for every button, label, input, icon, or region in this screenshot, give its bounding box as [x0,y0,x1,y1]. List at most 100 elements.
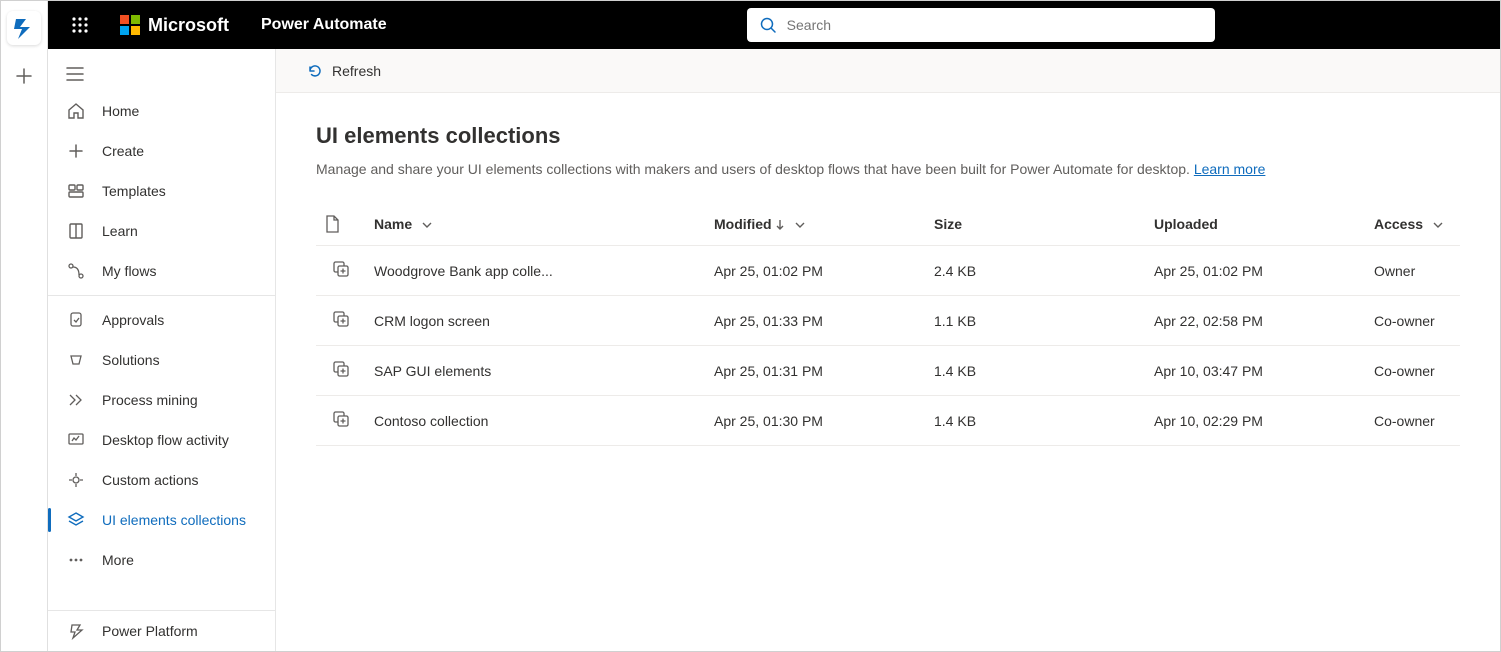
nav-item-approvals[interactable]: Approvals [48,300,275,340]
plus-icon [66,141,86,161]
microsoft-brand[interactable]: Microsoft [120,15,229,36]
table-row[interactable]: CRM logon screenApr 25, 01:33 PM1.1 KBAp… [316,296,1460,346]
home-icon [66,101,86,121]
cell-name: CRM logon screen [366,296,706,346]
nav-item-my-flows[interactable]: My flows [48,251,275,291]
cell-uploaded: Apr 25, 01:02 PM [1146,246,1366,296]
left-nav: Home Create Templates Learn [48,49,276,651]
cell-name: Woodgrove Bank app colle... [366,246,706,296]
cell-size: 1.4 KB [926,346,1146,396]
refresh-icon [306,62,324,80]
nav-item-label: Desktop flow activity [102,432,229,448]
cell-access: Co-owner [1366,396,1460,446]
process-mining-icon [66,390,86,410]
search-icon [759,16,777,34]
nav-item-label: Learn [102,223,138,239]
templates-icon [66,181,86,201]
nav-item-power-platform[interactable]: Power Platform [48,611,275,651]
main-content: Refresh UI elements collections Manage a… [276,49,1500,651]
cell-size: 1.4 KB [926,396,1146,446]
search-input[interactable] [787,17,1203,33]
company-name: Microsoft [148,15,229,36]
nav-item-desktop-flow-activity[interactable]: Desktop flow activity [48,420,275,460]
cell-size: 1.1 KB [926,296,1146,346]
nav-item-label: Solutions [102,352,160,368]
nav-item-more[interactable]: More [48,540,275,580]
collection-icon [332,360,350,378]
table-row[interactable]: Contoso collectionApr 25, 01:30 PM1.4 KB… [316,396,1460,446]
nav-item-label: My flows [102,263,156,279]
more-icon [66,550,86,570]
nav-item-label: Home [102,103,139,119]
command-bar: Refresh [276,49,1500,93]
nav-item-label: Power Platform [102,623,198,639]
app-rail [1,1,48,651]
nav-item-label: Create [102,143,144,159]
cell-modified: Apr 25, 01:02 PM [706,246,926,296]
nav-item-create[interactable]: Create [48,131,275,171]
custom-actions-icon [66,470,86,490]
microsoft-logo-icon [120,15,140,35]
cell-modified: Apr 25, 01:30 PM [706,396,926,446]
collections-table: Name Modified Size Uploaded [316,203,1460,446]
col-header-size[interactable]: Size [926,203,1146,246]
cell-size: 2.4 KB [926,246,1146,296]
col-header-access[interactable]: Access [1366,203,1460,246]
col-header-icon[interactable] [316,203,366,246]
cell-access: Owner [1366,246,1460,296]
nav-item-solutions[interactable]: Solutions [48,340,275,380]
collection-icon [332,410,350,428]
solutions-icon [66,350,86,370]
power-platform-icon [66,621,86,641]
cell-uploaded: Apr 10, 03:47 PM [1146,346,1366,396]
nav-item-home[interactable]: Home [48,91,275,131]
nav-item-templates[interactable]: Templates [48,171,275,211]
cell-uploaded: Apr 22, 02:58 PM [1146,296,1366,346]
collection-icon [332,310,350,328]
nav-item-label: UI elements collections [102,512,246,528]
table-row[interactable]: SAP GUI elementsApr 25, 01:31 PM1.4 KBAp… [316,346,1460,396]
nav-item-label: More [102,552,134,568]
cell-modified: Apr 25, 01:31 PM [706,346,926,396]
cell-name: Contoso collection [366,396,706,446]
page-title: UI elements collections [316,123,1460,149]
chevron-down-icon [422,216,432,232]
chevron-down-icon [795,216,805,232]
global-search[interactable] [747,8,1215,42]
nav-item-custom-actions[interactable]: Custom actions [48,460,275,500]
table-row[interactable]: Woodgrove Bank app colle...Apr 25, 01:02… [316,246,1460,296]
product-name[interactable]: Power Automate [261,16,387,34]
learn-more-link[interactable]: Learn more [1194,161,1266,177]
layers-icon [66,510,86,530]
page-subtitle: Manage and share your UI elements collec… [316,161,1460,177]
nav-item-process-mining[interactable]: Process mining [48,380,275,420]
power-automate-logo-icon [7,11,41,45]
nav-item-label: Custom actions [102,472,198,488]
cell-modified: Apr 25, 01:33 PM [706,296,926,346]
nav-divider [48,295,275,296]
nav-item-ui-elements-collections[interactable]: UI elements collections [48,500,275,540]
file-icon [324,215,358,233]
nav-item-label: Process mining [102,392,198,408]
approvals-icon [66,310,86,330]
app-launcher-button[interactable] [56,1,104,49]
sort-down-icon [775,216,785,232]
refresh-button[interactable]: Refresh [296,56,391,86]
nav-item-learn[interactable]: Learn [48,211,275,251]
cell-access: Co-owner [1366,346,1460,396]
flow-icon [66,261,86,281]
book-icon [66,221,86,241]
col-header-uploaded[interactable]: Uploaded [1146,203,1366,246]
cell-uploaded: Apr 10, 02:29 PM [1146,396,1366,446]
collection-icon [332,260,350,278]
col-header-modified[interactable]: Modified [706,203,926,246]
rail-add-button[interactable] [7,59,41,93]
nav-item-label: Templates [102,183,166,199]
global-header: Microsoft Power Automate [48,1,1500,49]
cell-name: SAP GUI elements [366,346,706,396]
col-header-name[interactable]: Name [366,203,706,246]
activity-icon [66,430,86,450]
cell-access: Co-owner [1366,296,1460,346]
chevron-down-icon [1433,216,1443,232]
nav-toggle-button[interactable] [48,57,275,91]
